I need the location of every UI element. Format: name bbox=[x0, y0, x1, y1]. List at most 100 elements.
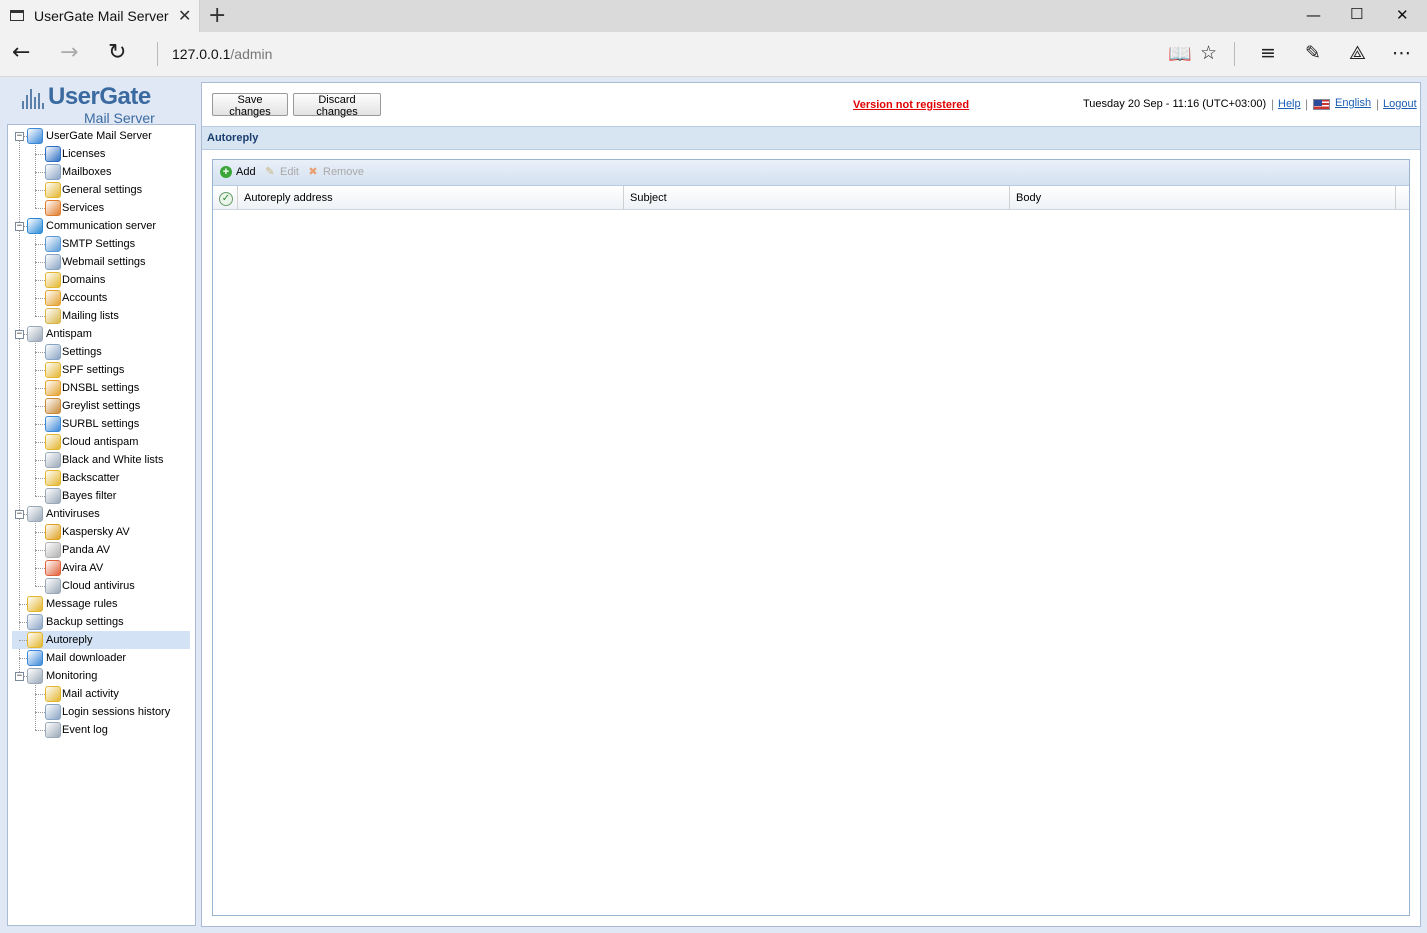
tree-node-icon bbox=[45, 488, 61, 504]
separator: | bbox=[1305, 97, 1309, 111]
tree-connector-line bbox=[35, 586, 45, 587]
browser-tab[interactable]: UserGate Mail Server ✕ bbox=[0, 0, 200, 32]
refresh-icon[interactable]: ↻ bbox=[108, 40, 126, 65]
tree-item-login-sessions-history[interactable]: Login sessions history bbox=[12, 703, 190, 721]
tree-node-icon bbox=[45, 236, 61, 252]
tree-item-cloud-antivirus[interactable]: Cloud antivirus bbox=[12, 577, 190, 595]
more-icon[interactable]: ⋯ bbox=[1392, 42, 1411, 64]
tree-item-label: Backup settings bbox=[46, 616, 124, 628]
collapse-toggle-icon[interactable]: − bbox=[15, 672, 24, 681]
tree-item-mailboxes[interactable]: Mailboxes bbox=[12, 163, 190, 181]
tree-item-label: Cloud antispam bbox=[62, 436, 139, 448]
check-all-icon[interactable]: ✓ bbox=[219, 192, 233, 206]
tree-item-label: Mail downloader bbox=[46, 652, 127, 664]
tree-item-dnsbl-settings[interactable]: DNSBL settings bbox=[12, 379, 190, 397]
datetime-display: Tuesday 20 Sep - 11:16 (UTC+03:00) bbox=[1083, 98, 1267, 110]
tree-item-bayes-filter[interactable]: Bayes filter bbox=[12, 487, 190, 505]
web-note-icon[interactable]: ✎ bbox=[1305, 42, 1321, 64]
tree-item-mail-activity[interactable]: Mail activity bbox=[12, 685, 190, 703]
select-all-column[interactable]: ✓ bbox=[213, 186, 238, 210]
maximize-icon[interactable]: ☐ bbox=[1350, 5, 1363, 23]
tree-item-message-rules[interactable]: Message rules bbox=[12, 595, 190, 613]
tree-node-icon bbox=[45, 254, 61, 270]
tree-item-label: Avira AV bbox=[62, 562, 104, 574]
tree-item-avira-av[interactable]: Avira AV bbox=[12, 559, 190, 577]
navigation-tree: − UserGate Mail Server Licenses Mailboxes Ge… bbox=[7, 124, 196, 926]
tree-connector-line bbox=[35, 406, 45, 407]
tree-item-black-and-white-lists[interactable]: Black and White lists bbox=[12, 451, 190, 469]
tree-item-accounts[interactable]: Accounts bbox=[12, 289, 190, 307]
tree-item-backup-settings[interactable]: Backup settings bbox=[12, 613, 190, 631]
tree-node-icon bbox=[45, 686, 61, 702]
collapse-toggle-icon[interactable]: − bbox=[15, 132, 24, 141]
column-body[interactable]: Body bbox=[1010, 186, 1396, 210]
add-button[interactable]: + Add bbox=[220, 166, 260, 180]
tree-item-general-settings[interactable]: General settings bbox=[12, 181, 190, 199]
tree-item-antispam[interactable]: − Antispam bbox=[12, 325, 190, 343]
discard-changes-button[interactable]: Discard changes bbox=[293, 93, 381, 118]
tree-item-spf-settings[interactable]: SPF settings bbox=[12, 361, 190, 379]
tree-item-smtp-settings[interactable]: SMTP Settings bbox=[12, 235, 190, 253]
tree-node-icon bbox=[45, 290, 61, 306]
tree-connector-line bbox=[35, 478, 45, 479]
tree-item-communication-server[interactable]: − Communication server bbox=[12, 217, 190, 235]
tree-item-mail-downloader[interactable]: Mail downloader bbox=[12, 649, 190, 667]
tree-item-domains[interactable]: Domains bbox=[12, 271, 190, 289]
hub-icon[interactable]: ≡ bbox=[1260, 42, 1276, 64]
forward-icon[interactable]: → bbox=[60, 40, 78, 65]
new-tab-icon[interactable]: + bbox=[208, 3, 226, 28]
tree-item-licenses[interactable]: Licenses bbox=[12, 145, 190, 163]
edit-button[interactable]: ✎ Edit bbox=[264, 166, 304, 180]
tree-item-autoreply[interactable]: Autoreply bbox=[12, 631, 190, 649]
tree-item-webmail-settings[interactable]: Webmail settings bbox=[12, 253, 190, 271]
column-autoreply-address[interactable]: Autoreply address bbox=[238, 186, 624, 210]
tree-item-services[interactable]: Services bbox=[12, 199, 190, 217]
collapse-toggle-icon[interactable]: − bbox=[15, 330, 24, 339]
tree-item-label: Mail activity bbox=[62, 688, 119, 700]
tab-title: UserGate Mail Server bbox=[34, 8, 169, 24]
tree-node-icon bbox=[45, 542, 61, 558]
tree-node-icon bbox=[27, 596, 43, 612]
column-subject[interactable]: Subject bbox=[624, 186, 1010, 210]
edit-label: Edit bbox=[280, 166, 299, 178]
tree-item-usergate-mail-server[interactable]: − UserGate Mail Server bbox=[12, 127, 190, 145]
close-window-icon[interactable]: ✕ bbox=[1396, 6, 1409, 24]
tree-node-icon bbox=[45, 704, 61, 720]
logout-link[interactable]: Logout bbox=[1383, 98, 1417, 110]
tree-node-icon bbox=[45, 308, 61, 324]
tree-item-antiviruses[interactable]: − Antiviruses bbox=[12, 505, 190, 523]
tree-item-label: Antispam bbox=[46, 328, 92, 340]
url-field[interactable]: 127.0.0.1/admin bbox=[172, 46, 272, 62]
tree-item-label: Cloud antivirus bbox=[62, 580, 135, 592]
version-status-link[interactable]: Version not registered bbox=[853, 99, 969, 111]
back-icon[interactable]: ← bbox=[12, 40, 30, 65]
language-link[interactable]: English bbox=[1335, 97, 1371, 109]
tree-connector-line bbox=[35, 568, 45, 569]
tree-item-label: Bayes filter bbox=[62, 490, 117, 502]
separator: | bbox=[1271, 97, 1275, 111]
close-tab-icon[interactable]: ✕ bbox=[178, 6, 191, 26]
reading-view-icon[interactable]: 📖 bbox=[1168, 42, 1192, 65]
tree-item-label: Mailing lists bbox=[62, 310, 119, 322]
remove-button[interactable]: ✖ Remove bbox=[307, 166, 367, 180]
tree-connector-line bbox=[35, 244, 45, 245]
tree-item-mailing-lists[interactable]: Mailing lists bbox=[12, 307, 190, 325]
add-icon: + bbox=[220, 166, 232, 178]
tree-item-monitoring[interactable]: − Monitoring bbox=[12, 667, 190, 685]
collapse-toggle-icon[interactable]: − bbox=[15, 222, 24, 231]
tree-item-event-log[interactable]: Event log bbox=[12, 721, 190, 739]
tree-item-kaspersky-av[interactable]: Kaspersky AV bbox=[12, 523, 190, 541]
favorite-star-icon[interactable]: ☆ bbox=[1200, 42, 1217, 64]
collapse-toggle-icon[interactable]: − bbox=[15, 510, 24, 519]
help-link[interactable]: Help bbox=[1278, 98, 1301, 110]
tree-item-backscatter[interactable]: Backscatter bbox=[12, 469, 190, 487]
tree-item-panda-av[interactable]: Panda AV bbox=[12, 541, 190, 559]
tree-item-greylist-settings[interactable]: Greylist settings bbox=[12, 397, 190, 415]
tree-item-surbl-settings[interactable]: SURBL settings bbox=[12, 415, 190, 433]
tree-item-label: Backscatter bbox=[62, 472, 120, 484]
minimize-icon[interactable]: — bbox=[1306, 6, 1321, 24]
share-icon[interactable]: ⟁ bbox=[1349, 42, 1366, 64]
tree-item-cloud-antispam[interactable]: Cloud antispam bbox=[12, 433, 190, 451]
save-changes-button[interactable]: Save changes bbox=[212, 93, 288, 118]
tree-item-settings[interactable]: Settings bbox=[12, 343, 190, 361]
